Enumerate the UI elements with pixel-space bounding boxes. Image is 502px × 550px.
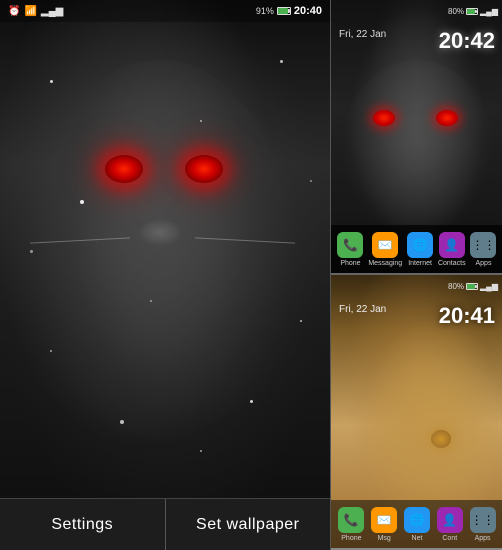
- set-wallpaper-button[interactable]: Set wallpaper: [166, 499, 331, 550]
- bottom-dock-contacts-label: Cont: [442, 535, 457, 542]
- battery-percent: 91%: [256, 6, 274, 16]
- phone-top-eye-left: [373, 110, 395, 126]
- bottom-dock-item-phone: 📞 Phone: [338, 507, 364, 542]
- dock-messaging-icon: ✉️: [372, 232, 398, 258]
- phone-bottom-time: 20:41: [439, 303, 495, 329]
- bottom-dock-messaging-icon: ✉️: [371, 507, 397, 533]
- lion-eye-right: [185, 155, 223, 183]
- bottom-dock-item-messaging: ✉️ Msg: [371, 507, 397, 542]
- bottom-dock-item-internet: 🌐 Net: [404, 507, 430, 542]
- phone-top-signal: ▂▄▆: [480, 7, 498, 16]
- bottom-dock-apps-label: Apps: [475, 535, 491, 542]
- phone-bottom-status-bar: 80% ▂▄▆: [331, 278, 502, 294]
- alarm-icon: ⏰: [8, 6, 20, 17]
- phone-top-time: 20:42: [439, 28, 495, 54]
- phone-bottom-battery-percent: 80%: [448, 282, 464, 291]
- status-right: 91% 20:40: [256, 5, 322, 17]
- phone-top-battery-percent: 80%: [448, 7, 464, 16]
- dock-apps-label: Apps: [476, 260, 492, 267]
- bottom-dock-phone-label: Phone: [341, 535, 361, 542]
- dock-phone-label: Phone: [340, 260, 360, 267]
- battery-fill: [278, 8, 288, 14]
- bottom-dock-internet-icon: 🌐: [404, 507, 430, 533]
- dock-item-phone: 📞 Phone: [337, 232, 363, 267]
- phone-top-dock: 📞 Phone ✉️ Messaging 🌐 Internet: [331, 225, 502, 273]
- dock-apps-icon: ⋮⋮: [470, 232, 496, 258]
- status-left: ⏰ 📶 ▂▄▆: [8, 6, 63, 17]
- phone-top-battery-fill: [467, 9, 475, 14]
- bottom-dock-contacts-icon: 👤: [437, 507, 463, 533]
- phone-bottom-battery-icon: [466, 283, 478, 290]
- phone-top-status-bar: 80% ▂▄▆: [331, 3, 502, 19]
- lion-eye-left: [105, 155, 143, 183]
- phone-top-eye-right: [436, 110, 458, 126]
- bottom-dock-messaging-label: Msg: [378, 535, 391, 542]
- phone-bottom-dock: 📞 Phone ✉️ Msg 🌐 Net: [331, 500, 502, 548]
- phone-top-battery-icon: [466, 8, 478, 15]
- dock-item-internet: 🌐 Internet: [407, 232, 433, 267]
- main-container: ⏰ 📶 ▂▄▆ 91% 20:40 Settings Set wallpaper: [0, 0, 502, 550]
- dock-item-apps: ⋮⋮ Apps: [470, 232, 496, 267]
- dock-contacts-icon: 👤: [439, 232, 465, 258]
- bottom-dock-phone-icon: 📞: [338, 507, 364, 533]
- battery-tip: [288, 9, 290, 13]
- status-time: 20:40: [294, 5, 322, 17]
- phone-bottom-date: Fri, 22 Jan: [339, 303, 386, 316]
- phone-preview-top: 80% ▂▄▆ Fri, 22 Jan 20:42 📞 Phon: [331, 0, 502, 275]
- status-bar: ⏰ 📶 ▂▄▆ 91% 20:40: [0, 0, 330, 22]
- right-panel: 80% ▂▄▆ Fri, 22 Jan 20:42 📞 Phon: [330, 0, 502, 550]
- dock-phone-icon: 📞: [337, 232, 363, 258]
- dock-internet-label: Internet: [408, 260, 432, 267]
- dock-item-messaging: ✉️ Messaging: [368, 232, 402, 267]
- phone-preview-bottom: 80% ▂▄▆ Fri, 22 Jan 20:41: [331, 275, 502, 548]
- bottom-dock-item-contacts: 👤 Cont: [437, 507, 463, 542]
- wifi-icon: 📶: [24, 6, 36, 17]
- left-panel: ⏰ 📶 ▂▄▆ 91% 20:40 Settings Set wallpaper: [0, 0, 330, 550]
- battery-icon: [277, 7, 291, 15]
- dock-contacts-label: Contacts: [438, 260, 466, 267]
- bottom-dock-internet-label: Net: [412, 535, 423, 542]
- bottom-dock-item-apps: ⋮⋮ Apps: [470, 507, 496, 542]
- phone-top-battery-tip: [475, 10, 477, 13]
- dock-internet-icon: 🌐: [407, 232, 433, 258]
- signal-icon: ▂▄▆: [41, 6, 63, 17]
- phone-bottom-signal: ▂▄▆: [480, 282, 498, 291]
- phone-bottom-battery-fill: [467, 284, 475, 289]
- bottom-button-bar: Settings Set wallpaper: [0, 498, 330, 550]
- lion-nose: [140, 220, 180, 245]
- bottom-dock-apps-icon: ⋮⋮: [470, 507, 496, 533]
- dock-messaging-label: Messaging: [368, 260, 402, 267]
- phone-top-date: Fri, 22 Jan: [339, 28, 386, 41]
- phone-top-lion-head: [341, 60, 493, 240]
- dock-item-contacts: 👤 Contacts: [438, 232, 466, 267]
- phone-bottom-battery-tip: [475, 285, 477, 288]
- settings-button[interactable]: Settings: [0, 499, 166, 550]
